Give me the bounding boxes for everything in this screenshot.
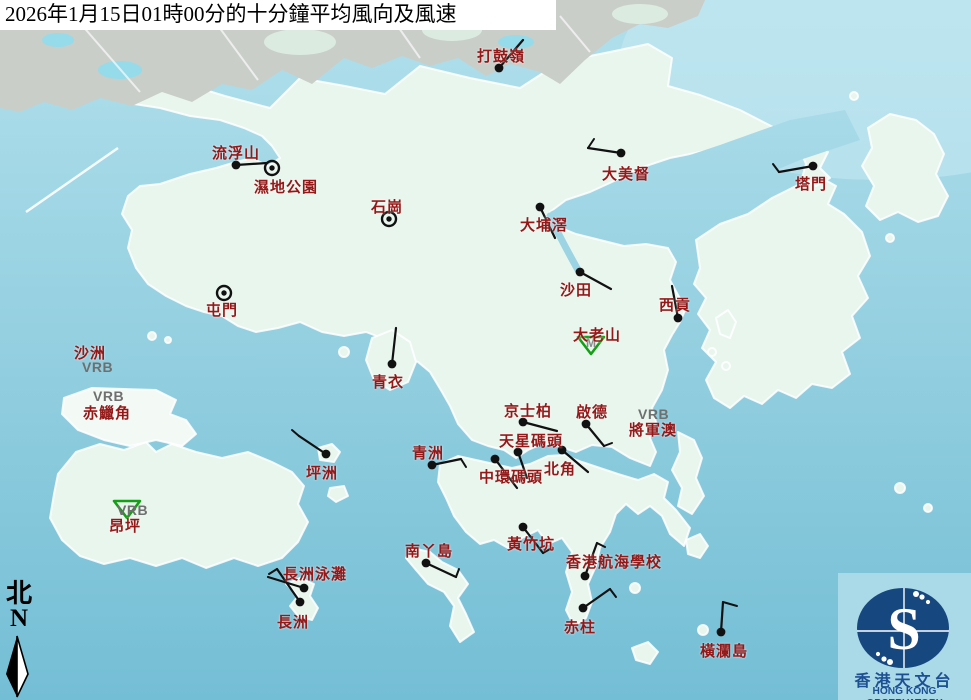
hko-logo: S 香港天文台 HONG KONG OBSERVATORY — [838, 573, 971, 700]
land-ma-wan — [339, 347, 349, 357]
land-sha-chau-islet — [148, 332, 156, 340]
urban-hill — [612, 4, 668, 24]
station-dot-star-ferry — [514, 448, 523, 457]
page-title: 2026年1月15日01時00分的十分鐘平均風向及風速 — [0, 0, 556, 30]
calm-dot-tuen-mun — [221, 290, 226, 295]
land-waglan — [698, 625, 708, 635]
station-dot-green-island — [428, 461, 437, 470]
station-dot-north-point — [558, 446, 567, 455]
station-dot-lau-fau-shan — [232, 161, 241, 170]
land-islet — [708, 348, 716, 356]
station-dot-stanley — [579, 604, 588, 613]
station-dot-tai-mei-tuk — [617, 149, 626, 158]
land-islet — [924, 504, 932, 512]
station-dot-tsing-yi — [388, 360, 397, 369]
station-dot-tap-mun — [809, 162, 818, 171]
station-dot-hk-sea-school — [581, 572, 590, 581]
station-dot-sha-tin — [576, 268, 585, 277]
calm-dot-wetland-park — [269, 165, 274, 170]
station-dot-tai-po-kau — [536, 203, 545, 212]
station-dot-kai-tak — [582, 420, 591, 429]
station-dot-kings-park — [519, 418, 528, 427]
land-islet — [850, 92, 858, 100]
station-dot-cheung-chau-beach — [300, 584, 309, 593]
north-label-zh: 北 — [2, 580, 36, 607]
station-dot-wong-chuk-hang — [519, 523, 528, 532]
station-dot-sai-kung — [674, 314, 683, 323]
wind-map-page: M 打鼓嶺流浮山濕地公園石崗大美督塔門大埔滘沙田西貢屯門VRB沙洲VRB赤鱲角青… — [0, 0, 971, 700]
north-indicator: 北 N — [2, 580, 36, 631]
logo-name-en: HONG KONG OBSERVATORY — [840, 685, 969, 700]
land-islet — [722, 362, 730, 370]
urban-hill — [264, 29, 336, 55]
station-dot-central-pier — [491, 455, 500, 464]
land-islet — [895, 483, 905, 493]
station-dot-lamma-island — [422, 559, 431, 568]
calm-dot-shek-kong — [386, 216, 391, 221]
north-label-en: N — [2, 607, 36, 631]
logo-s-swirl: S — [887, 596, 920, 662]
land-sha-chau-islet — [165, 337, 171, 343]
land-islet — [886, 234, 894, 242]
station-dot-peng-chau — [322, 450, 331, 459]
station-dot-cheung-chau — [296, 598, 305, 607]
land-islet — [630, 583, 640, 593]
station-dot-ta-kwu-ling — [495, 64, 504, 73]
urban-pond — [42, 33, 74, 47]
hong-kong-map: M — [0, 0, 971, 700]
mountain-m-tates-cairn: M — [586, 336, 596, 350]
station-dot-waglan-island — [717, 628, 726, 637]
land-lantau — [50, 442, 308, 568]
